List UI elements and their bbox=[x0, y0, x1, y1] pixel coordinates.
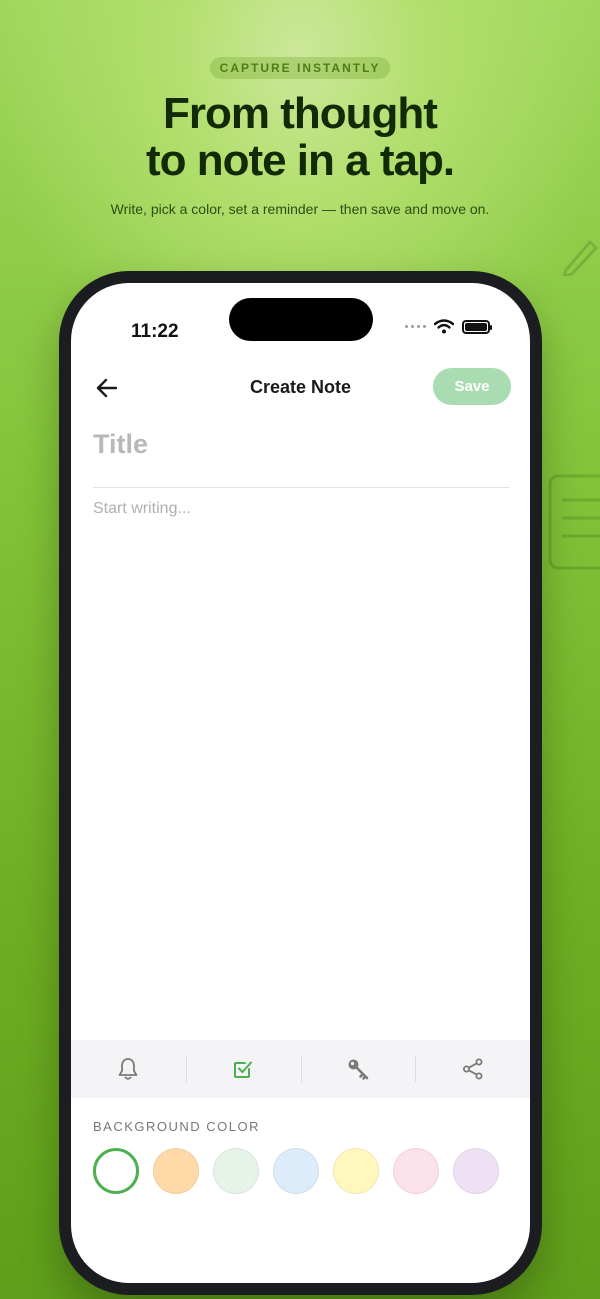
key-icon bbox=[348, 1059, 369, 1080]
lock-button[interactable] bbox=[300, 1040, 416, 1098]
note-toolbar bbox=[71, 1040, 530, 1098]
note-decoration-icon bbox=[548, 474, 600, 570]
checklist-button[interactable] bbox=[185, 1040, 301, 1098]
color-swatch-pink[interactable] bbox=[393, 1148, 439, 1194]
signal-dots-icon bbox=[405, 325, 426, 328]
reminder-button[interactable] bbox=[71, 1040, 186, 1098]
pencil-decoration-icon bbox=[562, 240, 598, 276]
wifi-icon bbox=[434, 319, 454, 334]
phone-screen: 11:22 Create Note Save Title Start writi… bbox=[71, 283, 530, 1283]
title-divider bbox=[93, 487, 509, 488]
marketing-headline: From thought to note in a tap. bbox=[0, 90, 600, 184]
tagline-badge: CAPTURE INSTANTLY bbox=[210, 57, 390, 79]
battery-icon bbox=[462, 319, 492, 334]
background-color-label: BACKGROUND COLOR bbox=[93, 1119, 261, 1134]
note-body-input[interactable] bbox=[93, 500, 507, 1030]
headline-line-2: to note in a tap. bbox=[145, 136, 455, 185]
marketing-subline: Write, pick a color, set a reminder — th… bbox=[110, 201, 490, 217]
dynamic-island bbox=[229, 298, 373, 341]
color-swatch-yellow[interactable] bbox=[333, 1148, 379, 1194]
headline-line-1: From thought bbox=[163, 89, 438, 138]
status-time: 11:22 bbox=[131, 321, 179, 342]
color-swatch-purple[interactable] bbox=[453, 1148, 499, 1194]
color-swatch-white[interactable] bbox=[93, 1148, 139, 1194]
bell-icon bbox=[118, 1058, 138, 1080]
share-icon bbox=[462, 1058, 483, 1080]
color-swatch-row bbox=[93, 1148, 499, 1194]
share-button[interactable] bbox=[415, 1040, 530, 1098]
color-swatch-orange[interactable] bbox=[153, 1148, 199, 1194]
phone-frame: 11:22 Create Note Save Title Start writi… bbox=[59, 271, 542, 1295]
status-icons bbox=[405, 319, 492, 334]
save-button[interactable]: Save bbox=[433, 368, 511, 405]
checkbox-icon bbox=[234, 1061, 253, 1078]
color-swatch-blue[interactable] bbox=[273, 1148, 319, 1194]
title-input[interactable] bbox=[93, 426, 507, 462]
color-swatch-green[interactable] bbox=[213, 1148, 259, 1194]
